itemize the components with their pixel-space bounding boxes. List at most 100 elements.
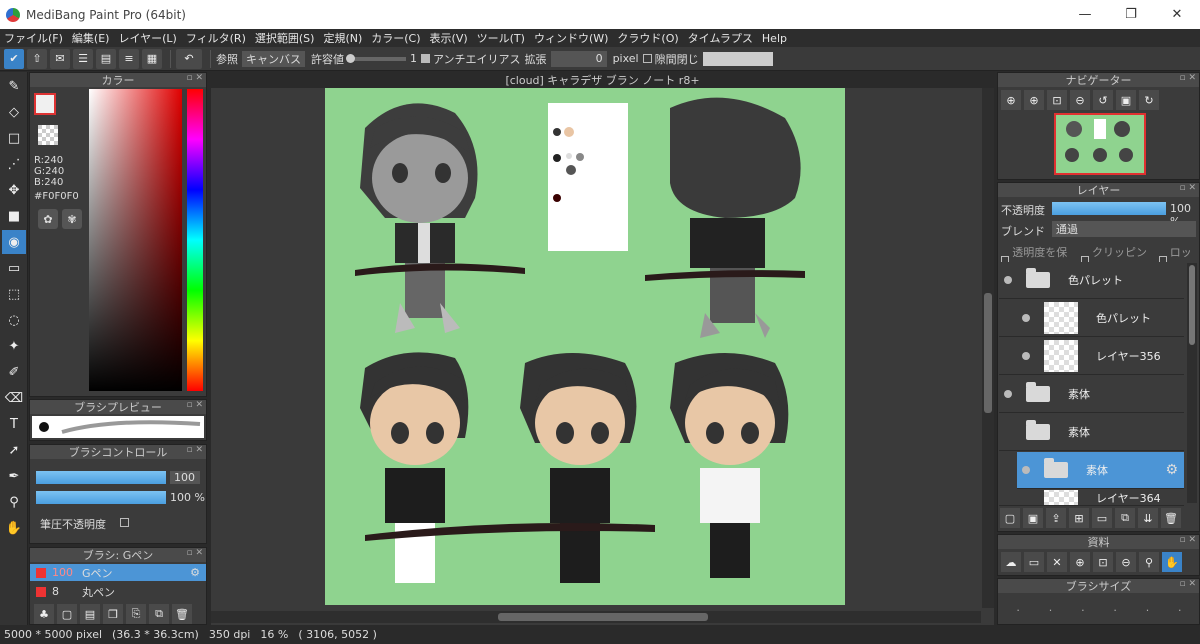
menu-item[interactable]: Help [762,32,787,45]
menu-item[interactable]: レイヤー(L) [118,30,176,46]
foreground-color-swatch[interactable] [34,93,56,115]
menu-item[interactable]: 選択範囲(S) [255,30,315,46]
hand-tool-icon[interactable]: ✋ [2,516,26,540]
tolerance-slider[interactable] [346,53,406,63]
fit-icon[interactable]: ⊡ [1047,90,1067,110]
lasso-tool-icon[interactable]: ◌ [2,308,26,332]
zoom-out-icon[interactable]: ⊖ [1070,90,1090,110]
reference-select[interactable]: キャンバス [242,50,305,67]
actual-size-icon[interactable]: ▣ [1116,90,1136,110]
gap-close-level[interactable] [702,51,773,66]
layer-row[interactable]: レイヤー364 [999,490,1184,506]
layer-row[interactable]: 素体 ⚙ [1017,452,1184,489]
horizontal-scrollbar[interactable] [211,611,981,623]
open-folder-icon[interactable]: ▭ [1024,552,1044,572]
brush-duplicate-icon[interactable]: ⧉ [149,604,169,624]
visibility-eye-icon[interactable] [1022,352,1030,360]
menu-item[interactable]: ウィンドウ(W) [534,30,608,46]
layer-row[interactable]: 素体 [999,376,1184,413]
brush-list-item[interactable]: 8 丸ペン [30,583,206,600]
brush-copy-icon[interactable]: ❐ [103,604,123,624]
document-tab[interactable]: [cloud] キャラデザ ブラン ノート r8+ [211,72,994,88]
new-layer-alt-icon[interactable]: ▣ [1023,508,1043,528]
select-eraser-tool-icon[interactable]: ⌫ [2,386,26,410]
blend-select[interactable]: 通過 [1052,221,1196,237]
navigator-thumbnail[interactable] [1054,113,1146,175]
rotate-left-icon[interactable]: ↺ [1093,90,1113,110]
menu-item[interactable]: フィルタ(R) [186,30,246,46]
menu-item[interactable]: ファイル(F) [4,30,63,46]
eyedropper-tool-icon[interactable]: ⚲ [2,490,26,514]
brush-size-bar[interactable] [36,471,166,484]
list-icon[interactable]: ≡ [119,48,139,69]
bucket-tool-icon[interactable]: ◉ [2,230,26,254]
visibility-eye-icon[interactable] [1022,314,1030,322]
brush-add-icon[interactable]: ♣ [34,604,54,624]
vertical-scrollbar[interactable] [982,88,994,608]
page-icon[interactable]: ▤ [96,48,116,69]
trash-icon[interactable]: 🗑 [1161,508,1181,528]
layer-row[interactable]: 色パレット [999,300,1184,337]
zoom-out-icon[interactable]: ⊖ [1116,552,1136,572]
menu-item[interactable]: 表示(V) [430,30,468,46]
transparent-color-swatch[interactable] [38,125,58,145]
layer-list-scrollbar[interactable] [1187,263,1197,503]
eyedropper-icon[interactable]: ⚲ [1139,552,1159,572]
layer-row[interactable]: 色パレット [999,262,1184,299]
select-pen-tool-icon[interactable]: ✐ [2,360,26,384]
hue-slider[interactable] [187,89,203,391]
saturation-value-picker[interactable] [89,89,182,391]
fit-icon[interactable]: ⊡ [1093,552,1113,572]
palette-settings-icon[interactable]: ✾ [62,209,82,229]
visibility-eye-icon[interactable] [1004,390,1012,398]
comment-icon[interactable]: ✉ [50,48,70,69]
zoom-in-icon[interactable]: ⊕ [1001,90,1021,110]
import-layer-icon[interactable]: ⇪ [1046,508,1066,528]
layer-type-icon[interactable]: ⊞ [1069,508,1089,528]
gear-icon[interactable]: ⚙ [190,566,200,579]
share-icon[interactable]: ⇧ [27,48,47,69]
gap-close-checkbox[interactable] [642,54,652,63]
brush-list-item[interactable]: 100 Gペン ⚙ [30,564,206,581]
gradient-tool-icon[interactable]: ▭ [2,256,26,280]
new-layer-icon[interactable]: ▢ [1000,508,1020,528]
minimize-button[interactable]: — [1062,0,1108,29]
undo-icon[interactable]: ↶ [176,48,202,69]
dot-tool-icon[interactable]: ⋰ [2,152,26,176]
palette-icon[interactable]: ✿ [38,209,58,229]
close-button[interactable]: ✕ [1154,0,1200,29]
brush-settings-icon[interactable]: ⎘ [126,604,146,624]
zoom-in-alt-icon[interactable]: ⊕ [1024,90,1044,110]
rotate-right-icon[interactable]: ↻ [1139,90,1159,110]
duplicate-layer-icon[interactable]: ⧉ [1115,508,1135,528]
visibility-eye-icon[interactable] [1022,466,1030,474]
text-tool-icon[interactable]: T [2,412,26,436]
visibility-eye-icon[interactable] [1004,276,1012,284]
cloud-material-icon[interactable]: ☁ [1001,552,1021,572]
select-rect-tool-icon[interactable]: ⬚ [2,282,26,306]
fill-icon[interactable]: ✔ [4,48,24,69]
brush-options-icon[interactable]: ▤ [80,604,100,624]
gear-icon[interactable]: ⚙ [1165,462,1178,478]
layer-opacity-bar[interactable] [1052,202,1166,215]
expand-input[interactable]: 0 [550,50,607,67]
layer-row[interactable]: レイヤー356 [999,338,1184,375]
brush-size-presets[interactable]: · · · · · · [1002,599,1196,621]
brush-size-value[interactable]: 100 [170,471,200,484]
antialias-checkbox[interactable] [421,54,430,63]
grid-icon[interactable]: ▦ [142,48,162,69]
new-brush-icon[interactable]: ▢ [57,604,77,624]
divide-tool-icon[interactable]: ✒ [2,464,26,488]
brush-opacity-bar[interactable] [36,491,166,504]
magic-wand-tool-icon[interactable]: ✦ [2,334,26,358]
menu-item[interactable]: タイムラプス [688,30,753,46]
menu-item[interactable]: 定規(N) [323,30,362,46]
pressure-opacity-checkbox[interactable] [120,518,129,527]
chat-icon[interactable]: ☰ [73,48,93,69]
fill-rect-tool-icon[interactable]: ■ [2,204,26,228]
zoom-in-icon[interactable]: ⊕ [1070,552,1090,572]
move-tool-icon[interactable]: ✥ [2,178,26,202]
layer-row[interactable]: 素体 [999,414,1184,451]
trash-icon[interactable]: 🗑 [172,604,192,624]
merge-layer-icon[interactable]: ⇊ [1138,508,1158,528]
